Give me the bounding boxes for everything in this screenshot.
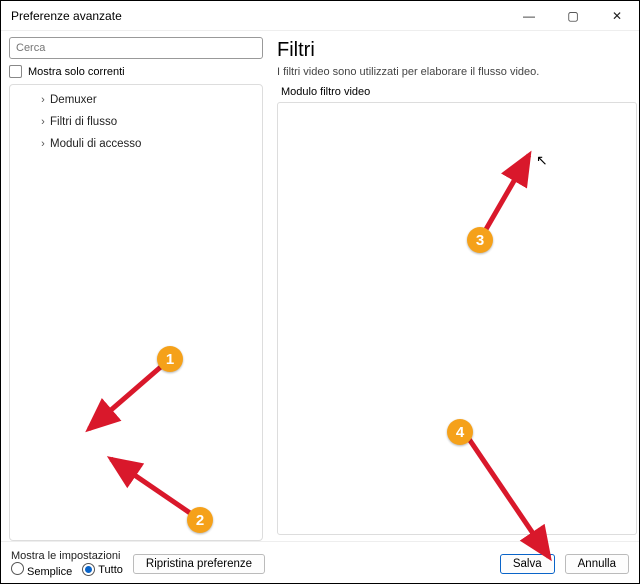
window-title: Preferenze avanzate — [11, 9, 122, 23]
callout-4: 4 — [447, 419, 473, 445]
reset-button[interactable]: Ripristina preferenze — [133, 554, 265, 574]
radio-simple[interactable] — [11, 562, 24, 575]
tree-item[interactable]: ›Filtri di flusso — [10, 111, 262, 133]
radio-all[interactable] — [82, 563, 95, 576]
panel-title: Filtri — [277, 39, 639, 62]
tree-item[interactable]: ›Demuxer — [10, 89, 262, 111]
callout-3: 3 — [467, 227, 493, 253]
window-maximize[interactable]: ▢ — [551, 1, 595, 31]
search-input[interactable] — [9, 37, 263, 59]
group-label: Modulo filtro video — [277, 86, 639, 98]
only-current-checkbox[interactable] — [9, 65, 22, 78]
arrow-4 — [461, 431, 581, 571]
window-minimize[interactable]: — — [507, 1, 551, 31]
panel-description: I filtri video sono utilizzati per elabo… — [277, 66, 639, 78]
callout-1: 1 — [157, 346, 183, 372]
tree-item[interactable]: ›Moduli di accesso — [10, 133, 262, 155]
arrow-1 — [79, 361, 179, 441]
show-settings-label: Mostra le impostazioni — [11, 550, 123, 562]
callout-2: 2 — [187, 507, 213, 533]
only-current-label: Mostra solo correnti — [28, 66, 125, 78]
window-close[interactable]: ✕ — [595, 1, 639, 31]
arrow-3 — [481, 149, 551, 239]
